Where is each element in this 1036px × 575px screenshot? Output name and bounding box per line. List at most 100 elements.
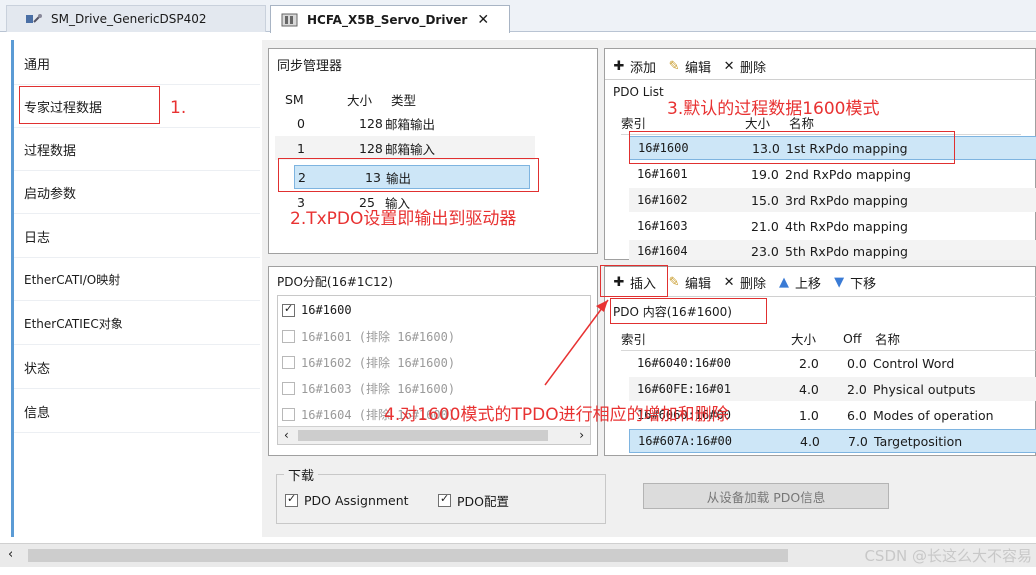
sidebar-item-label: 日志	[24, 230, 51, 246]
list-item: 16#1602 (排除 16#1600)	[282, 350, 455, 374]
highlight-box	[600, 265, 668, 297]
checkbox-label: PDO Assignment	[304, 492, 409, 508]
pdo-config-checkbox[interactable]: PDO配置	[438, 488, 509, 512]
device-module-icon	[281, 13, 298, 26]
table-header: 索引 大小 Off 名称	[621, 327, 1036, 351]
sidebar-item-info[interactable]: 信息	[14, 390, 260, 433]
sidebar-item-process-data[interactable]: 过程数据	[14, 128, 260, 171]
sidebar-item-general[interactable]: 通用	[14, 42, 260, 85]
button-label: 删除	[740, 276, 767, 292]
annotation-3: 3.默认的过程数据1600模式	[667, 99, 880, 119]
horizontal-scrollbar[interactable]: ‹ ›	[278, 426, 590, 444]
col-header-index: 索引	[621, 116, 647, 131]
button-label: 删除	[740, 60, 767, 76]
cell-type: 邮箱输出	[385, 116, 436, 132]
checkbox	[282, 355, 295, 369]
close-icon[interactable]: ✕	[477, 12, 489, 28]
annotation-2: 2.TxPDO设置即输出到驱动器	[290, 209, 517, 229]
table-row[interactable]: 16#1602 15.0 3rd RxPdo mapping	[629, 188, 1036, 212]
load-pdo-info-button[interactable]: 从设备加载 PDO信息	[643, 483, 889, 509]
table-row-selected[interactable]: 16#607A:16#00 4.0 7.0 Targetposition	[629, 429, 1036, 453]
cell-size: 128	[359, 140, 383, 156]
table-row[interactable]: 16#1603 21.0 4th RxPdo mapping	[629, 214, 1036, 238]
tab-label: HCFA_X5B_Servo_Driver	[307, 12, 468, 27]
cell-size: 21.0	[751, 218, 779, 234]
col-header-offset: Off	[843, 331, 862, 346]
table-row[interactable]: 1 128 邮箱输入	[275, 136, 535, 160]
group-title: 下载	[284, 465, 319, 484]
scroll-left-icon[interactable]: ‹	[8, 547, 13, 562]
edit-icon: ✎	[668, 274, 680, 290]
sidebar-item-status[interactable]: 状态	[14, 346, 260, 389]
cell-index: 16#607A:16#00	[638, 434, 732, 448]
highlight-box	[278, 158, 539, 192]
scroll-thumb[interactable]	[28, 549, 788, 562]
add-button[interactable]: ✚ 添加	[611, 57, 656, 76]
button-label: 上移	[795, 276, 822, 292]
move-up-button[interactable]: ▲ 上移	[776, 273, 821, 292]
highlight-box	[19, 86, 160, 124]
col-header-sm: SM	[285, 91, 304, 107]
sidebar-item-label: 状态	[24, 361, 51, 377]
scroll-right-icon[interactable]: ›	[579, 428, 584, 442]
device-icon	[26, 14, 42, 23]
table-row[interactable]: 16#60FE:16#01 4.0 2.0 Physical outputs	[629, 377, 1036, 401]
delete-button[interactable]: ✕ 删除	[721, 273, 766, 292]
cell-size: 23.0	[751, 244, 779, 259]
sidebar-item-startup-params[interactable]: 启动参数	[14, 171, 260, 214]
col-header-type: 类型	[391, 92, 417, 108]
cell-size: 19.0	[751, 166, 779, 182]
button-label: 编辑	[685, 276, 712, 292]
edit-button[interactable]: ✎ 编辑	[666, 273, 711, 292]
scroll-left-icon[interactable]: ‹	[284, 428, 289, 442]
sidebar-item-log[interactable]: 日志	[14, 215, 260, 258]
pdo-content-panel: ✚ 插入 ✎ 编辑 ✕ 删除 ▲ 上移 ▼ 下移 PDO 内容(16#1600) 索引 大…	[604, 266, 1036, 456]
scroll-thumb[interactable]	[298, 430, 548, 441]
button-label: 下移	[850, 276, 877, 292]
table-row[interactable]: 0 128 邮箱输出	[275, 111, 535, 135]
edit-button[interactable]: ✎ 编辑	[666, 57, 711, 76]
panel-title: 同步管理器	[277, 59, 343, 74]
item-label: 16#1603 (排除 16#1600)	[301, 381, 456, 396]
move-down-button[interactable]: ▼ 下移	[831, 273, 876, 292]
cell-name: Modes of operation	[873, 407, 994, 423]
sidebar-item-label: 信息	[24, 405, 51, 421]
delete-icon: ✕	[723, 274, 735, 290]
cell-type: 邮箱输入	[385, 141, 436, 157]
col-header-size: 大小	[347, 92, 373, 108]
button-label: 添加	[630, 60, 657, 76]
pdo-assignment-panel: PDO分配(16#1C12) 16#1600 16#1601 (排除 16#16…	[268, 266, 598, 456]
list-item[interactable]: 16#1600	[282, 298, 352, 322]
checkbox[interactable]	[285, 492, 298, 507]
table-row[interactable]: 16#1604 23.0 5th RxPdo mapping	[629, 240, 1036, 260]
sidebar-item-iec-objects[interactable]: EtherCATIEC对象	[14, 302, 260, 345]
annotation-4: 4.对1600模式的TPDO进行相应的增加和删除	[384, 405, 729, 425]
sidebar-item-label: EtherCATIEC对象	[24, 316, 123, 331]
item-label: 16#1601 (排除 16#1600)	[301, 329, 456, 344]
arrow-down-icon: ▼	[834, 274, 845, 290]
cell-name: 2nd RxPdo mapping	[785, 166, 911, 182]
pdo-assignment-checkbox[interactable]: PDO Assignment	[285, 488, 409, 512]
table-row[interactable]: 16#6040:16#00 2.0 0.0 Control Word	[629, 351, 1036, 375]
table-header: SM 大小 类型	[275, 87, 535, 111]
annotation-1: 1.	[170, 98, 187, 118]
cell-offset: 0.0	[847, 355, 867, 371]
tab-sm-drive[interactable]: SM_Drive_GenericDSP402	[6, 5, 266, 32]
checkbox[interactable]	[438, 492, 451, 507]
delete-icon: ✕	[723, 58, 735, 74]
delete-button[interactable]: ✕ 删除	[721, 57, 766, 76]
item-label: 16#1600	[301, 303, 352, 317]
sidebar-item-io-mapping[interactable]: EtherCATI/O映射	[14, 258, 260, 301]
checkbox	[282, 407, 295, 421]
cell-sm: 0	[297, 115, 305, 131]
tab-hcfa-servo[interactable]: HCFA_X5B_Servo_Driver ✕	[270, 5, 510, 33]
cell-name: Targetposition	[874, 433, 963, 449]
cell-name: Physical outputs	[873, 381, 976, 397]
item-label: 16#1602 (排除 16#1600)	[301, 355, 456, 370]
checkbox[interactable]	[282, 302, 295, 317]
cell-sm: 1	[297, 140, 305, 156]
cell-size: 2.0	[799, 355, 819, 371]
highlight-box	[629, 131, 955, 164]
cell-offset: 7.0	[848, 433, 868, 449]
table-row[interactable]: 16#1601 19.0 2nd RxPdo mapping	[629, 162, 1036, 186]
